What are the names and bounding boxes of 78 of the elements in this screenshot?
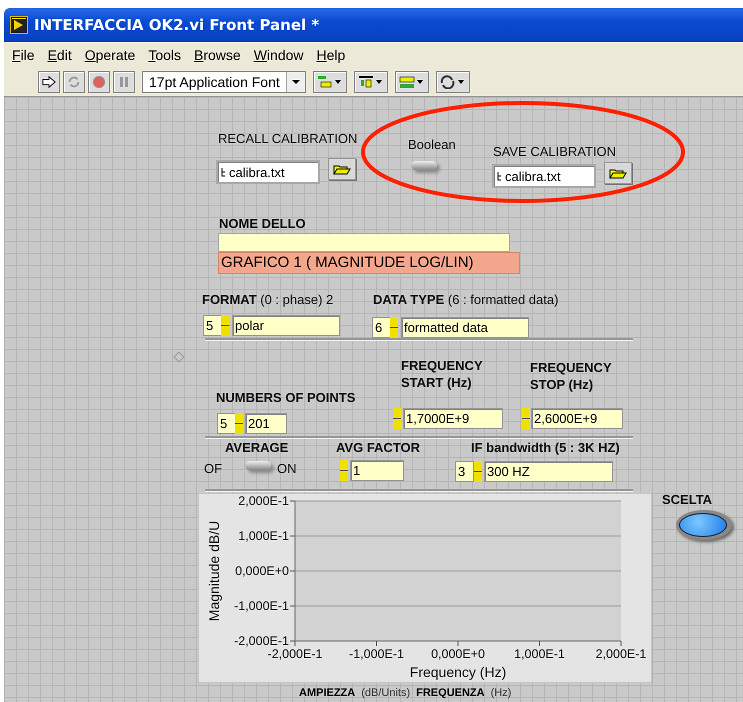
- align-objects-icon[interactable]: [312, 71, 347, 93]
- abort-icon[interactable]: [88, 71, 110, 93]
- axis-label: Magnitude dB/U: [206, 520, 222, 622]
- numeric-field[interactable]: 1: [350, 460, 404, 481]
- tick-label: -2,000E-1: [234, 634, 289, 648]
- resize-objects-icon[interactable]: [394, 71, 429, 93]
- control-label: SCELTA: [662, 492, 712, 507]
- control-label: AVERAGE: [225, 440, 288, 455]
- control-label: AVG FACTOR: [336, 440, 420, 455]
- path-icon: [497, 172, 502, 180]
- browse-button[interactable]: [328, 158, 356, 180]
- caret-icon: [286, 72, 305, 92]
- legend-label: (Hz): [490, 687, 512, 700]
- menu-item[interactable]: File: [12, 47, 35, 63]
- tick-label: 2,000E-1: [596, 647, 646, 661]
- distribute-objects-icon[interactable]: [354, 71, 388, 93]
- increment-arrows-icon[interactable]: [221, 315, 229, 336]
- tick-label: -2,000E-1: [268, 647, 322, 661]
- control-label: IF bandwidth (5 : 3K HZ): [471, 440, 620, 455]
- folder-icon: [609, 168, 627, 178]
- tick-label: -1,000E-1: [234, 599, 289, 613]
- control-label: NOME DELLO: [219, 216, 306, 231]
- control-label: FREQUENCY STOP (Hz): [530, 359, 612, 393]
- legend-label: FREQUENZA: [416, 687, 485, 700]
- increment-arrows-icon[interactable]: [393, 408, 401, 429]
- control-label: FORMAT (0 : phase) 2: [202, 292, 334, 307]
- tick-label: 1,000E-1: [238, 529, 289, 543]
- pause-icon[interactable]: [113, 71, 135, 93]
- font-dropdown[interactable]: 17pt Application Font: [142, 71, 306, 93]
- control-label: DATA TYPE (6 : formatted data): [373, 292, 558, 307]
- increment-arrows-icon[interactable]: [235, 413, 243, 434]
- control-label: Boolean: [408, 137, 456, 152]
- legend-label: (dB/Units): [361, 687, 410, 700]
- increment-arrows-icon[interactable]: [340, 460, 348, 481]
- ring-field[interactable]: 300 HZ: [484, 461, 613, 482]
- round-button[interactable]: [676, 510, 732, 540]
- increment-arrows-icon[interactable]: [474, 461, 482, 482]
- switch-label: OF: [204, 461, 222, 476]
- menu-item[interactable]: Operate: [84, 47, 136, 63]
- numeric-field[interactable]: 2,6000E+9: [531, 408, 623, 429]
- menu-item[interactable]: Help: [316, 47, 346, 63]
- path-field[interactable]: calibra.txt: [216, 160, 320, 184]
- folder-icon: [333, 164, 351, 174]
- control-label: SAVE CALIBRATION: [493, 144, 616, 159]
- tick-label: 0,000E+0: [431, 647, 485, 661]
- graph-title-indicator: GRAFICO 1 ( MAGNITUDE LOG/LIN): [218, 252, 520, 274]
- index-field[interactable]: 6: [372, 317, 391, 338]
- control-label: FREQUENCY START (Hz): [401, 357, 484, 391]
- string-field[interactable]: [218, 233, 510, 252]
- numeric-field[interactable]: 201: [245, 413, 287, 434]
- increment-arrows-icon[interactable]: [390, 317, 398, 338]
- reorder-icon[interactable]: [436, 71, 470, 93]
- path-icon: [221, 168, 226, 176]
- menu-item[interactable]: Tools: [148, 47, 181, 63]
- tick-label: 1,000E-1: [514, 647, 565, 661]
- path-field[interactable]: calibra.txt: [492, 164, 596, 188]
- legend-label: AMPIEZZA: [299, 687, 356, 700]
- window-title: INTERFACCIA OK2.vi Front Panel *: [34, 16, 320, 34]
- tick-label: -1,000E-1: [349, 647, 404, 661]
- tick-label: 2,000E-1: [238, 494, 289, 508]
- index-field[interactable]: 5: [203, 315, 222, 336]
- numeric-field[interactable]: 1,7000E+9: [403, 408, 503, 429]
- axis-label: Frequency (Hz): [410, 664, 506, 680]
- tick-label: 0,000E+0: [235, 564, 289, 578]
- switch-label: ON: [277, 461, 296, 476]
- index-field[interactable]: 5: [217, 413, 236, 434]
- browse-button[interactable]: [604, 162, 632, 184]
- ring-field[interactable]: polar: [232, 315, 340, 336]
- control-label: RECALL CALIBRATION: [218, 131, 358, 146]
- control-label: NUMBERS OF POINTS: [216, 390, 356, 405]
- ring-field[interactable]: formatted data: [401, 317, 529, 338]
- labview-icon: [10, 16, 28, 34]
- increment-arrows-icon[interactable]: [522, 408, 530, 429]
- menu-item[interactable]: Browse: [194, 47, 241, 63]
- menu-item[interactable]: Edit: [48, 47, 72, 63]
- menu-item[interactable]: Window: [254, 47, 304, 63]
- anchor-icon: [173, 351, 185, 363]
- index-field[interactable]: 3: [455, 461, 474, 482]
